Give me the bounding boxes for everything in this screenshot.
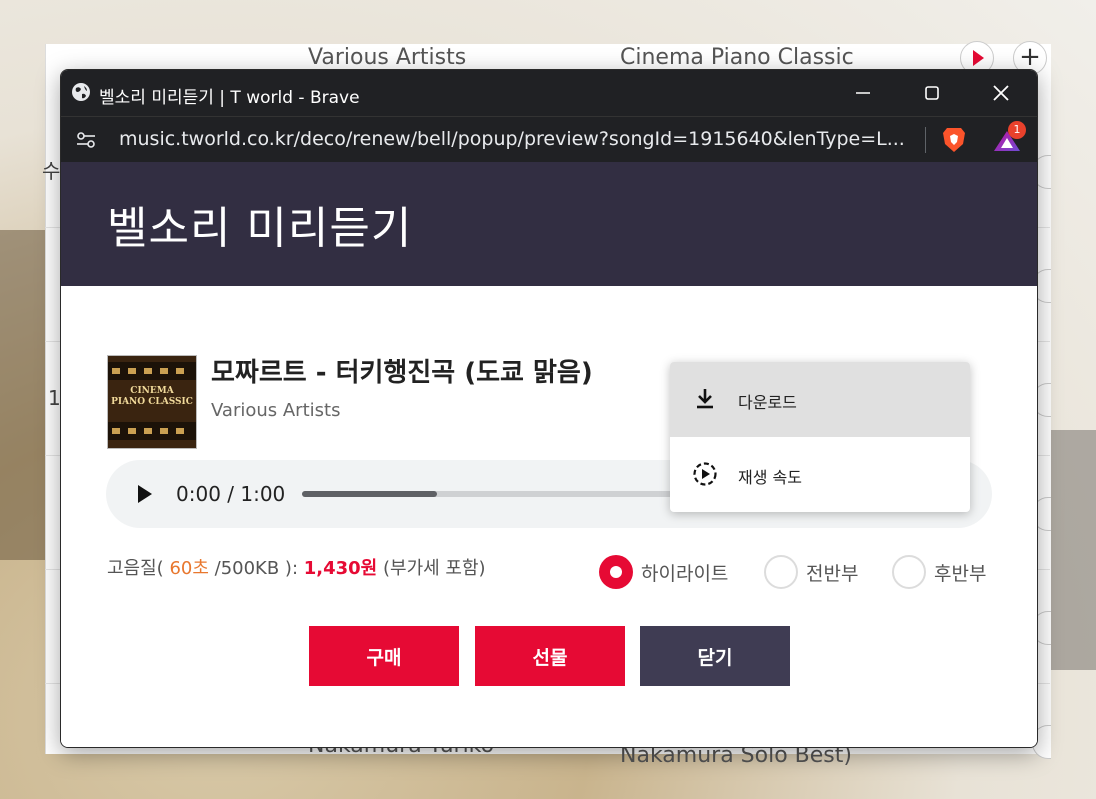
maximize-button[interactable] bbox=[898, 70, 966, 116]
globe-icon bbox=[72, 83, 90, 101]
buy-button[interactable]: 구매 bbox=[309, 626, 459, 686]
album-art-text: PIANO CLASSIC bbox=[111, 397, 193, 407]
option-second-half[interactable]: 후반부 bbox=[892, 552, 986, 592]
option-label: 전반부 bbox=[806, 562, 859, 585]
radio-button[interactable] bbox=[892, 555, 926, 589]
window-close-button[interactable] bbox=[967, 70, 1035, 116]
file-size: /500KB ): bbox=[214, 558, 304, 579]
album-art: CINEMA PIANO CLASSIC bbox=[107, 355, 197, 449]
window-title: 벨소리 미리듣기 | T world - Brave bbox=[99, 88, 360, 108]
play-icon[interactable] bbox=[138, 485, 152, 503]
film-hole bbox=[160, 368, 168, 374]
album-art-text: CINEMA bbox=[130, 386, 174, 396]
option-highlight[interactable]: 하이라이트 bbox=[599, 552, 728, 592]
menu-item-label: 재생 속도 bbox=[738, 468, 802, 487]
film-hole bbox=[112, 428, 120, 434]
menu-item-playback-speed[interactable]: 재생 속도 bbox=[670, 437, 970, 512]
film-hole bbox=[176, 428, 184, 434]
title-bar[interactable]: 벨소리 미리듣기 | T world - Brave bbox=[61, 70, 1037, 116]
film-hole bbox=[144, 368, 152, 374]
brave-shields-icon[interactable] bbox=[941, 126, 967, 154]
option-first-half[interactable]: 전반부 bbox=[764, 552, 858, 592]
menu-item-label: 다운로드 bbox=[738, 393, 797, 412]
divider bbox=[925, 127, 926, 153]
maximize-icon bbox=[925, 86, 939, 100]
gift-button[interactable]: 선물 bbox=[475, 626, 625, 686]
bg-row-artist: Various Artists bbox=[308, 45, 467, 70]
minimize-icon bbox=[856, 92, 870, 94]
album-film-strip bbox=[108, 362, 196, 380]
progress-buffered bbox=[302, 491, 438, 497]
popup-header: 벨소리 미리듣기 bbox=[61, 162, 1037, 286]
download-icon bbox=[697, 389, 713, 409]
film-hole bbox=[144, 428, 152, 434]
option-label: 하이라이트 bbox=[641, 562, 729, 585]
popup-content: CINEMA PIANO CLASSIC 모짜르트 - 터키행진곡 (도쿄 맑음… bbox=[61, 286, 1037, 747]
song-title: 모짜르트 - 터키행진곡 (도쿄 맑음) bbox=[211, 358, 593, 388]
song-artist: Various Artists bbox=[211, 400, 341, 421]
bg-side-text: 수 bbox=[42, 159, 61, 183]
price-info: 고음질( 60초 /500KB ): 1,430원 (부가세 포함) bbox=[107, 554, 486, 580]
menu-item-download[interactable]: 다운로드 bbox=[670, 362, 970, 437]
minimize-button[interactable] bbox=[829, 70, 897, 116]
option-label: 후반부 bbox=[934, 562, 987, 585]
duration-seconds: 60초 bbox=[169, 558, 209, 579]
site-settings-icon[interactable] bbox=[75, 129, 97, 151]
playback-speed-icon bbox=[693, 462, 717, 486]
address-bar: music.tworld.co.kr/deco/renew/bell/popup… bbox=[61, 116, 1037, 163]
close-button[interactable]: 닫기 bbox=[640, 626, 790, 686]
notification-badge: 1 bbox=[1008, 121, 1026, 139]
price-amount: 1,430원 bbox=[303, 558, 378, 579]
page-title: 벨소리 미리듣기 bbox=[107, 203, 413, 254]
film-hole bbox=[112, 368, 120, 374]
browser-popup-window: 벨소리 미리듣기 | T world - Brave music.tworld.… bbox=[60, 69, 1038, 748]
radio-button-selected[interactable] bbox=[599, 555, 633, 589]
radio-button[interactable] bbox=[764, 555, 798, 589]
vat-note: (부가세 포함) bbox=[382, 558, 486, 579]
film-hole bbox=[128, 428, 136, 434]
film-hole bbox=[160, 428, 168, 434]
close-icon bbox=[993, 85, 1009, 101]
price-label: 고음질( bbox=[107, 558, 164, 579]
player-context-menu: 다운로드 재생 속도 bbox=[670, 362, 970, 512]
url-text[interactable]: music.tworld.co.kr/deco/renew/bell/popup… bbox=[119, 128, 905, 150]
film-hole bbox=[176, 368, 184, 374]
album-film-strip bbox=[108, 422, 196, 440]
time-display: 0:00 / 1:00 bbox=[176, 482, 286, 506]
bg-row-album: Cinema Piano Classic bbox=[620, 45, 854, 70]
bg-side-text: 1 bbox=[48, 386, 61, 410]
film-hole bbox=[128, 368, 136, 374]
